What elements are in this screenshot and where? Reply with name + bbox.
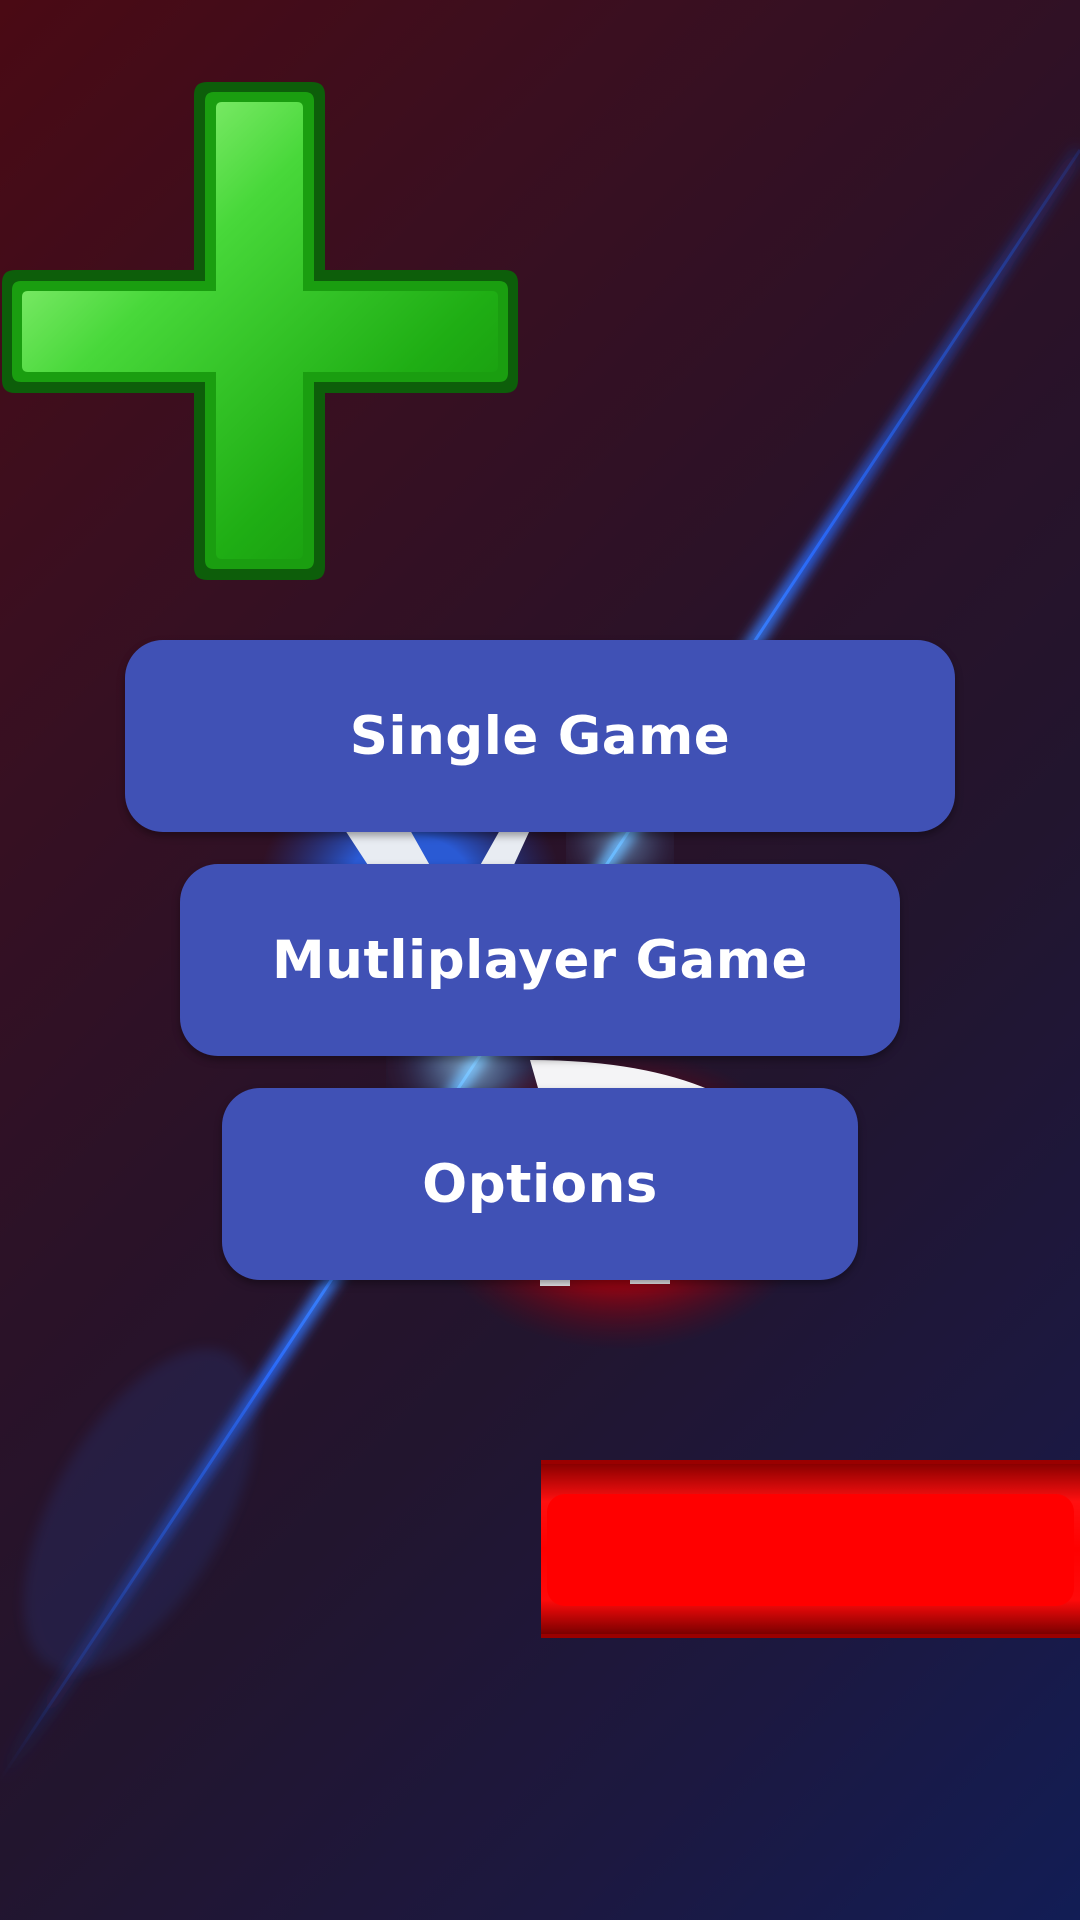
plus-icon[interactable] (0, 80, 520, 582)
options-button[interactable]: Options (222, 1088, 858, 1280)
multiplayer-game-button[interactable]: Mutliplayer Game (180, 864, 900, 1056)
single-game-button[interactable]: Single Game (125, 640, 955, 832)
minus-icon[interactable] (541, 1460, 1080, 1638)
